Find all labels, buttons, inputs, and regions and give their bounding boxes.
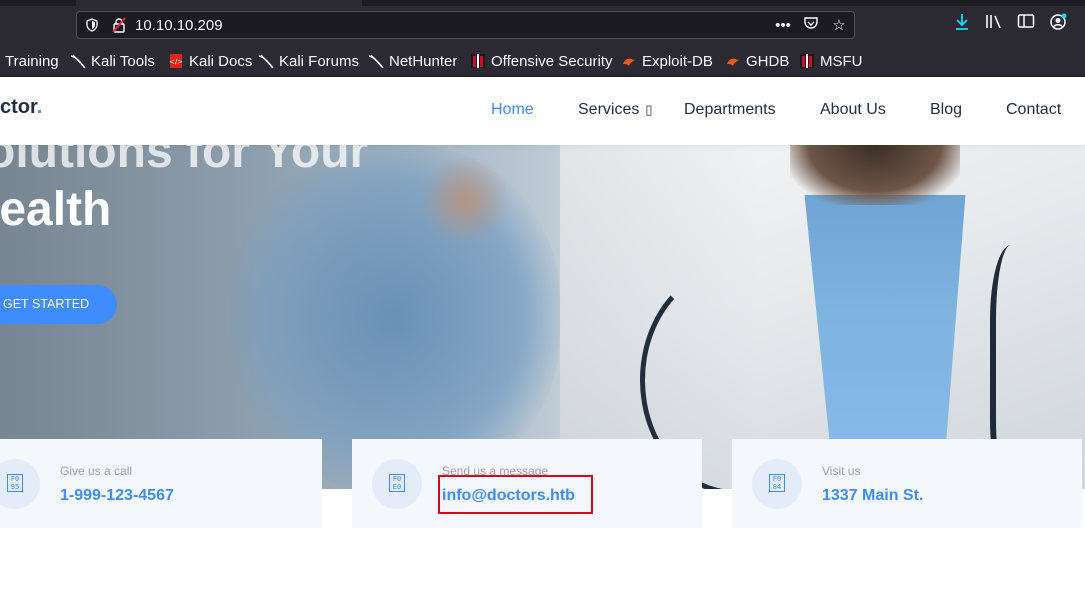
bookmark-label: Kali Forums — [279, 52, 360, 70]
bookmark-exploit-db[interactable]: Exploit-DB — [621, 52, 713, 70]
library-icon[interactable] — [984, 13, 1004, 35]
nav-home[interactable]: Home — [491, 101, 534, 119]
address-link[interactable]: 1337 Main St. — [822, 487, 923, 505]
bookmark-star-icon[interactable]: ☆ — [830, 16, 848, 36]
phone-icon: F0 95 — [7, 474, 23, 492]
kali-dragon-icon — [368, 54, 384, 69]
exploit-db-icon — [623, 58, 635, 66]
kali-dragon-icon — [258, 54, 274, 69]
tab-strip — [0, 0, 1085, 6]
hero-title-line1: olutions for Your — [0, 145, 369, 178]
contact-card-visit: F0 84 Visit us 1337 Main St. — [732, 439, 1082, 528]
bookmark-label: GHDB — [746, 52, 790, 70]
offsec-icon — [800, 54, 814, 68]
bookmark-label: Kali Docs — [189, 52, 253, 70]
logo-dot: . — [36, 96, 43, 118]
bookmark-msfu[interactable]: MSFU — [799, 52, 863, 70]
bookmark-kali-forums[interactable]: Kali Forums — [258, 52, 359, 70]
phone-number-link[interactable]: 1-999-123-4567 — [60, 487, 174, 505]
hero-section: olutions for Your lealth GET STARTED — [0, 145, 1085, 489]
site-header: ctor. Home Services ▯ Departments About U… — [0, 77, 1085, 145]
map-marker-icon: F0 84 — [769, 474, 785, 492]
kali-docs-icon: </> — [169, 54, 183, 68]
sidebar-toggle-icon[interactable] — [1016, 13, 1036, 35]
nav-contact[interactable]: Contact — [1006, 101, 1061, 119]
address-bar[interactable]: 10.10.10.209 ••• ☆ — [76, 11, 855, 39]
nav-blog[interactable]: Blog — [930, 101, 962, 119]
nav-about[interactable]: About Us — [820, 101, 886, 119]
bookmark-label: MSFU — [820, 52, 863, 70]
bookmark-label: Offensive Security — [491, 52, 613, 70]
annotation-highlight-box — [438, 475, 593, 514]
site-logo[interactable]: ctor. — [0, 96, 42, 119]
envelope-icon-circle: F0 E0 — [372, 459, 422, 509]
bookmarks-toolbar: Training Kali Tools </> Kali Docs Kali F… — [0, 44, 1085, 77]
active-tab[interactable] — [76, 0, 362, 6]
card-label: Give us a call — [60, 464, 133, 478]
pocket-icon[interactable] — [802, 15, 820, 37]
page-actions-menu-icon[interactable]: ••• — [774, 16, 792, 36]
url-text[interactable]: 10.10.10.209 — [135, 17, 223, 34]
nav-departments[interactable]: Departments — [684, 101, 776, 119]
tracking-protection-shield-icon[interactable] — [85, 18, 99, 32]
account-icon[interactable] — [1048, 13, 1068, 35]
get-started-button[interactable]: GET STARTED — [0, 285, 117, 324]
kali-dragon-icon — [70, 54, 86, 69]
bookmark-ghdb[interactable]: GHDB — [725, 52, 789, 70]
bookmark-offensive-security[interactable]: Offensive Security — [470, 52, 612, 70]
contact-card-call: F0 95 Give us a call 1-999-123-4567 — [0, 439, 322, 528]
nav-services-label: Services — [578, 101, 640, 118]
bookmark-kali-docs[interactable]: </> Kali Docs — [168, 52, 252, 70]
hero-title-line2: lealth — [0, 183, 112, 236]
browser-toolbar: 10.10.10.209 ••• ☆ — [0, 0, 1085, 44]
bookmark-label: Training — [5, 52, 59, 70]
offsec-icon — [471, 54, 485, 68]
ghdb-icon — [727, 58, 739, 66]
map-marker-icon-circle: F0 84 — [752, 459, 802, 509]
phone-icon-circle: F0 95 — [0, 459, 40, 509]
hero-title: olutions for Your lealth — [0, 145, 368, 239]
bookmark-training[interactable]: Training — [5, 52, 59, 70]
svg-text:</>: </> — [169, 58, 183, 66]
bookmark-label: Kali Tools — [91, 52, 155, 70]
bookmark-label: Exploit-DB — [642, 52, 713, 70]
envelope-icon: F0 E0 — [389, 474, 405, 492]
insecure-lock-icon[interactable] — [111, 17, 127, 33]
logo-text: ctor — [0, 96, 37, 118]
dropdown-caret-icon: ▯ — [645, 102, 653, 117]
downloads-icon[interactable] — [952, 13, 972, 35]
bookmark-label: NetHunter — [389, 52, 458, 70]
nav-services[interactable]: Services ▯ — [578, 101, 653, 119]
bookmark-kali-tools[interactable]: Kali Tools — [70, 52, 155, 70]
card-label: Visit us — [822, 464, 861, 478]
bookmark-nethunter[interactable]: NetHunter — [368, 52, 457, 70]
